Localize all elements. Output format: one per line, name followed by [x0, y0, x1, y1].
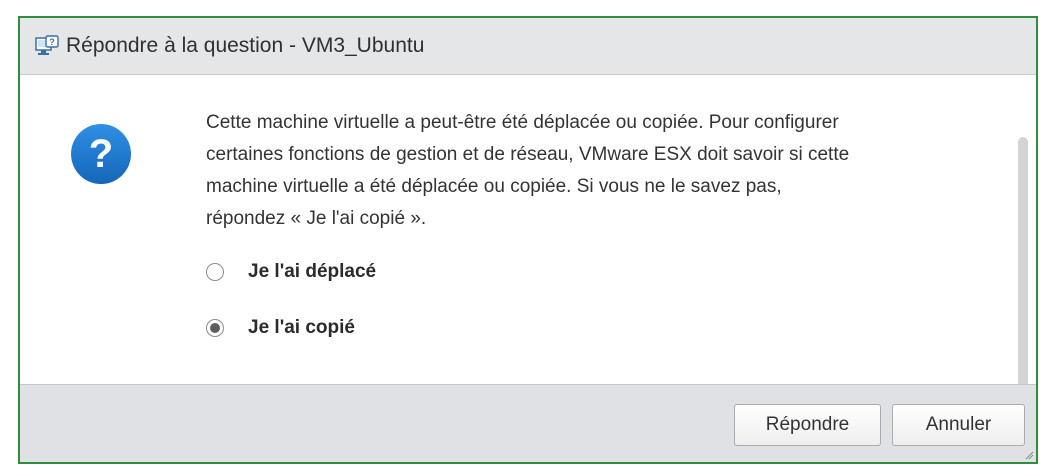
answer-options: Je l'ai déplacé Je l'ai copié — [206, 256, 376, 368]
svg-text:?: ? — [89, 132, 113, 176]
question-dialog: ? Répondre à la question - VM3_Ubuntu ? … — [18, 16, 1038, 464]
question-icon: ? — [71, 124, 131, 184]
resize-grip-icon[interactable] — [1024, 450, 1034, 460]
vm-question-icon: ? — [34, 34, 60, 58]
radio-moved[interactable] — [206, 263, 224, 281]
dialog-footer: Répondre Annuler — [20, 384, 1036, 462]
option-moved-label: Je l'ai déplacé — [248, 261, 377, 282]
option-moved[interactable]: Je l'ai déplacé — [206, 256, 376, 288]
dialog-title: Répondre à la question - VM3_Ubuntu — [66, 34, 425, 57]
radio-selected-dot — [210, 323, 220, 333]
dialog-titlebar[interactable]: ? Répondre à la question - VM3_Ubuntu — [20, 18, 1036, 75]
question-message: Cette machine virtuelle a peut-être été … — [206, 107, 996, 235]
option-copied[interactable]: Je l'ai copié — [206, 312, 376, 344]
message-line: machine virtuelle a été déplacée ou copi… — [206, 176, 782, 197]
message-line: répondez « Je l'ai copié ». — [206, 208, 427, 229]
svg-text:?: ? — [49, 37, 55, 47]
radio-copied[interactable] — [206, 319, 224, 337]
option-copied-label: Je l'ai copié — [248, 317, 355, 338]
message-line: certaines fonctions de gestion et de rés… — [206, 144, 850, 165]
message-line: Cette machine virtuelle a peut-être été … — [206, 112, 839, 133]
dialog-content: ? Cette machine virtuelle a peut-être ét… — [20, 75, 1036, 429]
cancel-button[interactable]: Annuler — [892, 404, 1025, 446]
answer-button[interactable]: Répondre — [734, 404, 881, 446]
